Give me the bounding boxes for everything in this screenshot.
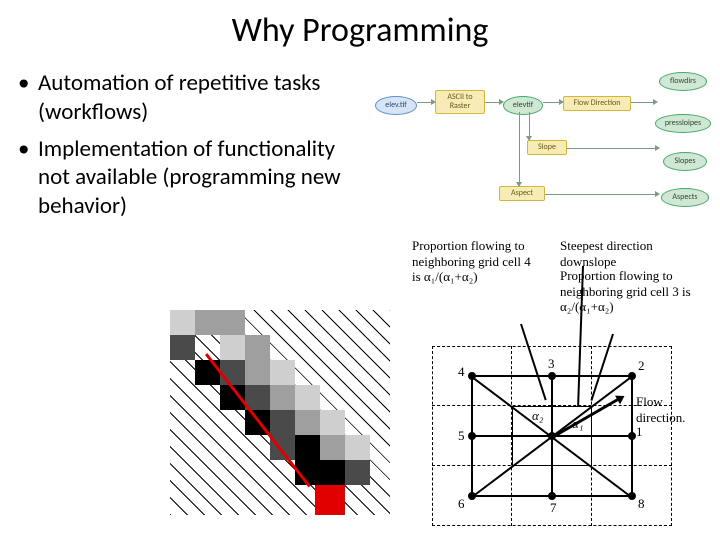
- label-proportion-4: Proportion flowing to neighboring grid c…: [412, 238, 542, 285]
- label-steepest: Steepest direction downslope: [560, 238, 690, 269]
- bullet-item: Automation of repetitive tasks (workflow…: [24, 69, 366, 127]
- fc-node-slopes-out: Slopes: [663, 152, 707, 171]
- grid-flow-figure: Proportion flowing to neighboring grid c…: [412, 238, 712, 538]
- label-flowdir: Flow direction.: [636, 394, 706, 425]
- pixel-staircase-figure: [170, 310, 390, 515]
- label-alpha2: α₂: [532, 408, 543, 424]
- node-1: 1: [636, 424, 643, 440]
- fc-node-flowdirs-out: flowdirs: [659, 72, 707, 91]
- node-7: 7: [550, 500, 557, 516]
- fc-node-ascii: ASCII to Raster: [435, 90, 485, 114]
- fc-node-aspect: Aspect: [499, 186, 545, 201]
- fc-node-flowdir: Flow Direction: [563, 96, 631, 111]
- bullet-list: Automation of repetitive tasks (workflow…: [6, 69, 366, 229]
- node-8: 8: [638, 496, 645, 512]
- fc-node-elevtif: elevtif: [503, 96, 543, 115]
- workflow-flowchart: elev.tif ASCII to Raster elevtif Flow Di…: [369, 66, 714, 226]
- fc-node-pressloipes-out: pressloipes: [655, 114, 711, 133]
- node-4: 4: [458, 364, 465, 380]
- slide-title: Why Programming: [0, 0, 720, 69]
- fc-node-elev: elev.tif: [375, 96, 417, 115]
- fc-node-aspects-out: Aspects: [661, 188, 709, 207]
- bullet-item: Implementation of functionality not avai…: [24, 135, 366, 221]
- node-6: 6: [458, 496, 465, 512]
- node-3: 3: [548, 356, 555, 372]
- node-2: 2: [638, 358, 645, 374]
- node-5: 5: [458, 428, 465, 444]
- label-alpha1: α₁: [572, 416, 583, 432]
- fc-node-slope: Slope: [527, 140, 567, 155]
